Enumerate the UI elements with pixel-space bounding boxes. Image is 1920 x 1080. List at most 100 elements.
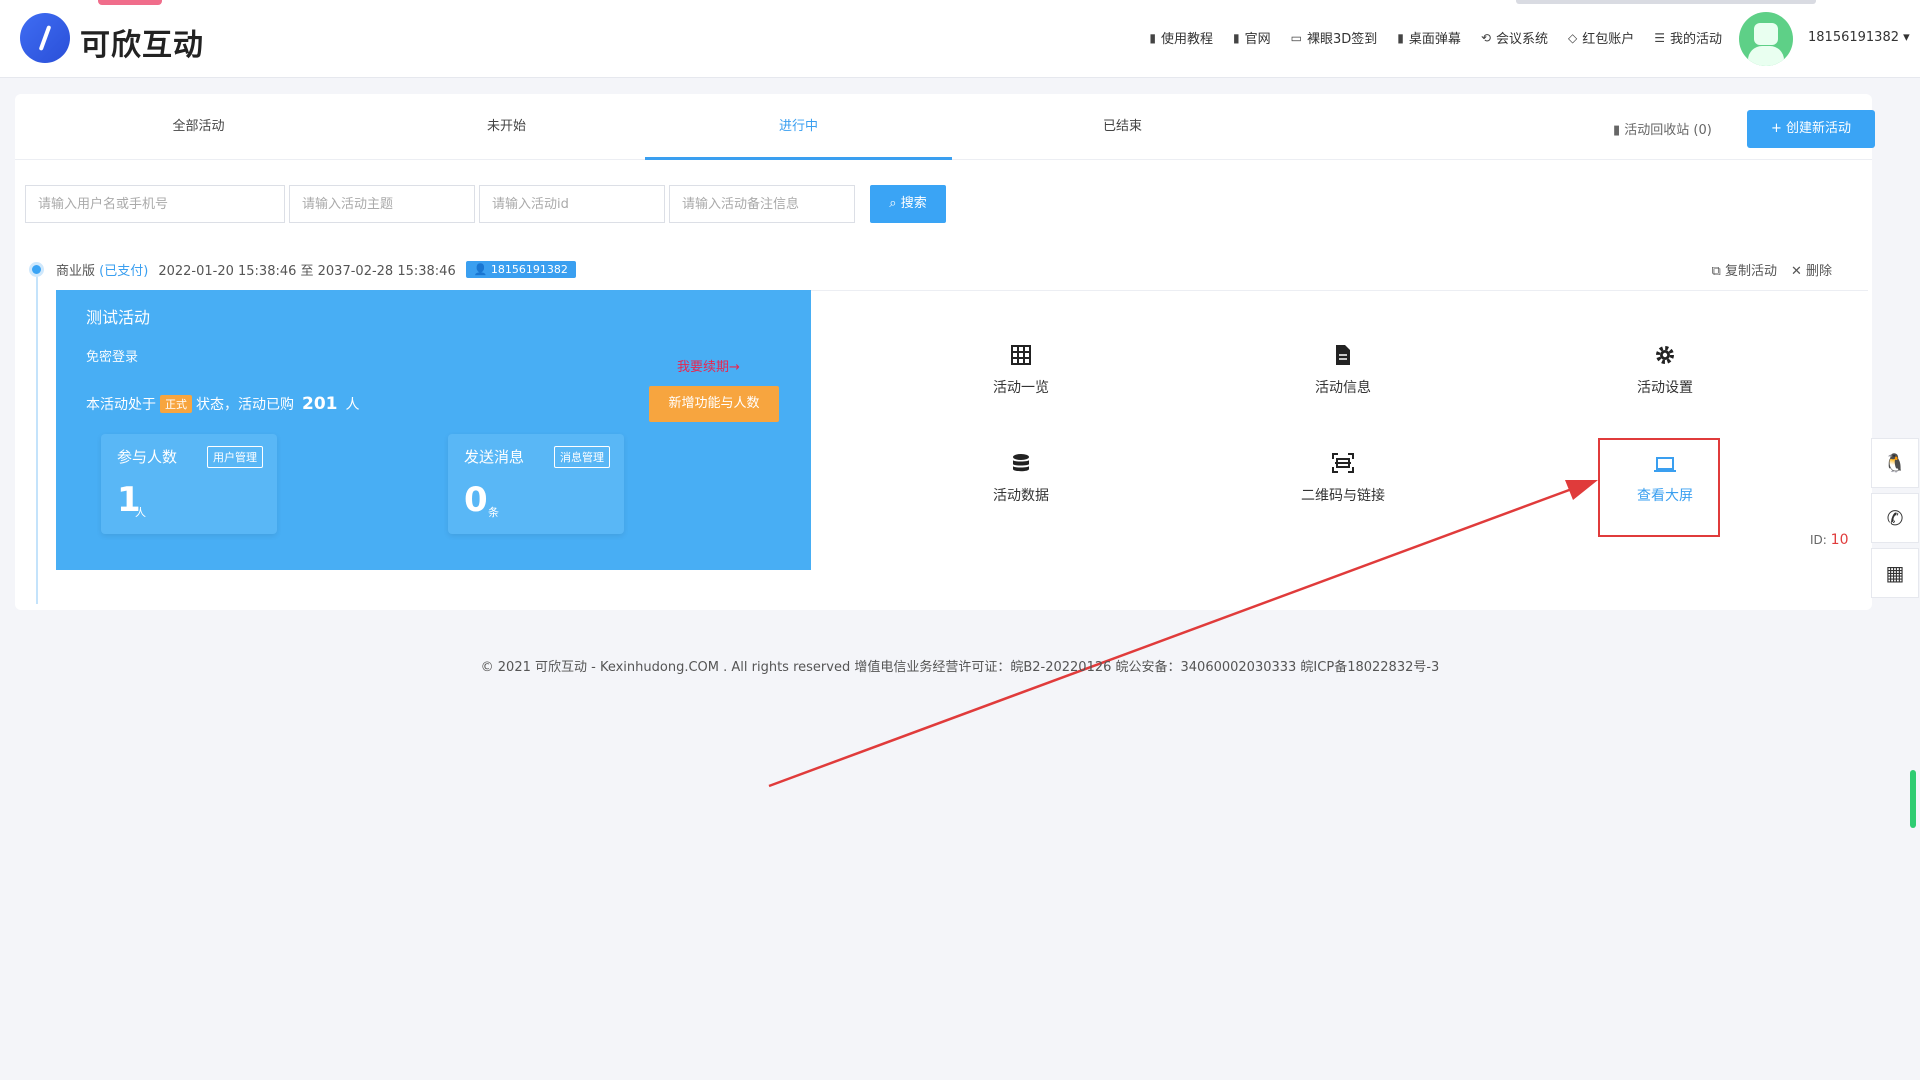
activity-title[interactable]: 测试活动 <box>86 304 150 328</box>
database-icon <box>1013 454 1029 472</box>
func-activity-settings[interactable]: 活动设置 <box>1585 343 1745 413</box>
func-label: 活动设置 <box>1637 380 1693 396</box>
tab-ended[interactable]: 已结束 <box>969 94 1276 160</box>
paid-status: (已支付) <box>99 264 149 279</box>
theme-search-input[interactable] <box>289 185 475 223</box>
scrollbar-thumb[interactable] <box>1910 770 1916 828</box>
username-search-input[interactable] <box>25 185 285 223</box>
gear-icon <box>1656 346 1674 364</box>
messages-unit: 条 <box>488 506 499 519</box>
top-strip <box>1516 0 1816 4</box>
timeline-line <box>36 272 38 604</box>
activity-id: ID: 10 <box>1810 532 1849 548</box>
status-tabs: 全部活动 未开始 进行中 已结束 ▮ 活动回收站 (0) + 创建新活动 <box>15 94 1875 160</box>
nav-tutorial[interactable]: ▮ 使用教程 <box>1149 28 1213 48</box>
func-label: 二维码与链接 <box>1301 488 1385 504</box>
nav-label: 桌面弹幕 <box>1408 32 1461 47</box>
nav-redpacket-account[interactable]: ◇ 红包账户 <box>1567 28 1635 48</box>
trash-icon: ▮ <box>1613 123 1625 138</box>
add-feature-button[interactable]: 新增功能与人数 <box>649 386 779 422</box>
func-label: 活动数据 <box>993 488 1049 504</box>
search-icon: ⌕ <box>889 196 901 211</box>
footer: © 2021 可欣互动 - Kexinhudong.COM . All righ… <box>480 660 1440 675</box>
qrcode-button[interactable]: ▦ <box>1871 548 1919 598</box>
participants-label: 参与人数 <box>117 448 178 466</box>
nav-label: 裸眼3D签到 <box>1306 32 1378 47</box>
top-nav: ▮ 使用教程 ▮ 官网 ▭ 裸眼3D签到 ▮ 桌面弹幕 ⟲ 会议系统 ◇ 红包账… <box>1149 28 1722 48</box>
note-search-input[interactable] <box>669 185 855 223</box>
recycle-bin-link[interactable]: ▮ 活动回收站 (0) <box>1613 119 1712 138</box>
avatar[interactable] <box>1739 12 1793 66</box>
nav-3d-signin[interactable]: ▭ 裸眼3D签到 <box>1290 28 1378 48</box>
status-mid: 状态，活动已购 <box>196 397 294 413</box>
activity-list-card: 全部活动 未开始 进行中 已结束 ▮ 活动回收站 (0) + 创建新活动 ⌕ 搜… <box>15 94 1875 610</box>
tab-in-progress[interactable]: 进行中 <box>645 94 952 160</box>
edition-label: 商业版 (已支付) <box>56 264 149 279</box>
activity-ops: ⧉ 复制活动 ✕ 删除 <box>1712 260 1832 279</box>
diamond-icon: ◇ <box>1567 30 1578 45</box>
qrcode-icon: ▦ <box>1885 561 1905 585</box>
activity-summary-panel: 测试活动 免密登录 我要续期→ 新增功能与人数 本活动处于 正式 状态，活动已购… <box>56 290 811 570</box>
id-search-input[interactable] <box>479 185 665 223</box>
recycle-label: 活动回收站 (0) <box>1624 123 1712 138</box>
doc-icon: ▮ <box>1149 30 1156 45</box>
purchased-count: 201 <box>302 394 338 414</box>
activity-id-value: 10 <box>1830 532 1849 548</box>
user-menu[interactable]: 18156191382 ▾ <box>1808 30 1910 45</box>
search-button[interactable]: ⌕ 搜索 <box>870 185 946 223</box>
avatar-body <box>1748 46 1784 66</box>
nav-label: 使用教程 <box>1160 32 1213 47</box>
messages-value: 0 <box>464 480 488 520</box>
messages-label: 发送消息 <box>464 448 525 466</box>
nav-official-site[interactable]: ▮ 官网 <box>1233 28 1271 48</box>
activity-period: 2022-01-20 15:38:46 至 2037-02-28 15:38:4… <box>158 264 456 279</box>
monitor-icon: ▭ <box>1290 30 1302 45</box>
message-manage-button[interactable]: 消息管理 <box>554 446 610 468</box>
status-badge: 正式 <box>160 395 192 413</box>
avatar-face <box>1754 23 1778 45</box>
customer-service-button[interactable]: 🐧 <box>1871 438 1919 488</box>
timeline-dot <box>29 262 44 277</box>
func-activity-data[interactable]: 活动数据 <box>941 451 1101 521</box>
copy-activity-button[interactable]: ⧉ 复制活动 <box>1712 260 1777 279</box>
promo-tag[interactable] <box>98 0 162 5</box>
file-icon <box>1336 345 1350 365</box>
nav-my-activities[interactable]: ☰ 我的活动 <box>1654 28 1722 48</box>
search-button-label: 搜索 <box>900 196 927 211</box>
owner-phone-badge: 👤 18156191382 <box>465 261 576 278</box>
doc-icon: ▮ <box>1397 30 1404 45</box>
login-mode: 免密登录 <box>86 350 139 365</box>
logo-icon[interactable] <box>20 13 70 63</box>
purchased-unit: 人 <box>345 397 360 413</box>
doc-icon: ▮ <box>1233 30 1240 45</box>
penguin-icon: 🐧 <box>1883 452 1907 474</box>
activity-meta: 商业版 (已支付) 2022-01-20 15:38:46 至 2037-02-… <box>56 260 576 279</box>
func-qrcode-link[interactable]: 二维码与链接 <box>1263 451 1423 521</box>
nav-label: 官网 <box>1244 32 1271 47</box>
user-manage-button[interactable]: 用户管理 <box>207 446 263 468</box>
delete-activity-button[interactable]: ✕ 删除 <box>1791 260 1832 279</box>
nav-label: 红包账户 <box>1582 32 1635 47</box>
close-icon: ✕ <box>1790 264 1806 279</box>
func-label: 活动一览 <box>993 380 1049 396</box>
user-icon: 👤 <box>473 263 491 276</box>
func-label: 活动信息 <box>1315 380 1371 396</box>
nav-desktop-barrage[interactable]: ▮ 桌面弹幕 <box>1397 28 1461 48</box>
renew-link[interactable]: 我要续期→ <box>677 356 740 375</box>
brand-name[interactable]: 可欣互动 <box>80 20 204 64</box>
create-activity-button[interactable]: + 创建新活动 <box>1747 110 1875 148</box>
nav-label: 我的活动 <box>1669 32 1722 47</box>
qrcode-scan-icon <box>1332 453 1354 473</box>
tab-not-started[interactable]: 未开始 <box>353 94 660 160</box>
participants-stat: 参与人数 用户管理 1 人 <box>101 434 277 534</box>
annotation-highlight-box <box>1598 438 1720 537</box>
phone-icon: ✆ <box>1886 506 1904 530</box>
func-activity-info[interactable]: 活动信息 <box>1263 343 1423 413</box>
top-header: 可欣互动 ▮ 使用教程 ▮ 官网 ▭ 裸眼3D签到 ▮ 桌面弹幕 ⟲ 会议系统 … <box>0 0 1920 78</box>
list-icon: ☰ <box>1654 30 1665 45</box>
phone-button[interactable]: ✆ <box>1871 493 1919 543</box>
func-activity-overview[interactable]: 活动一览 <box>941 343 1101 413</box>
nav-label: 会议系统 <box>1495 32 1548 47</box>
nav-meeting-system[interactable]: ⟲ 会议系统 <box>1481 28 1548 48</box>
tab-all[interactable]: 全部活动 <box>45 94 352 160</box>
